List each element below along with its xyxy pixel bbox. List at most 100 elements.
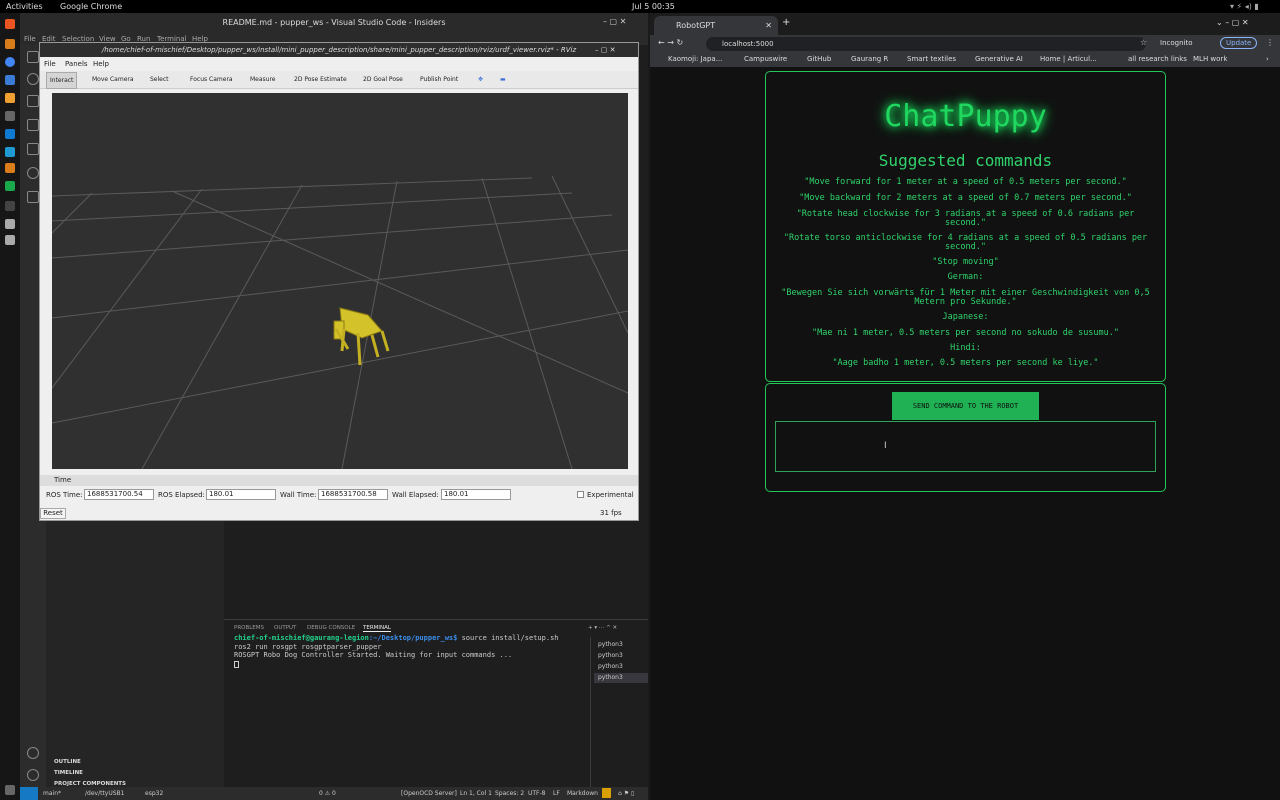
rviz-menu-file[interactable]: File xyxy=(44,60,56,68)
app-icon[interactable] xyxy=(5,201,15,211)
board-indicator[interactable]: esp32 xyxy=(145,790,163,797)
activities-button[interactable]: Activities xyxy=(6,2,43,11)
bookmark[interactable]: Kaomoji: Japa... xyxy=(668,55,722,63)
show-apps-icon[interactable] xyxy=(5,785,15,795)
terminal-list-item-active[interactable]: python3 xyxy=(594,673,648,683)
folder-app-icon[interactable] xyxy=(5,39,15,49)
ros-time-field[interactable]: 1688531700.54 xyxy=(84,489,154,500)
platformio-icon[interactable] xyxy=(27,191,39,203)
remote-icon[interactable] xyxy=(27,167,39,179)
bookmark[interactable]: Smart textiles xyxy=(907,55,956,63)
tool-2d-goal-pose[interactable]: 2D Goal Pose xyxy=(363,76,403,83)
branch-indicator[interactable]: main* xyxy=(43,790,61,797)
window-controls[interactable]: ⌄ – ▢ ✕ xyxy=(1216,18,1249,27)
extensions-icon[interactable] xyxy=(27,143,39,155)
close-tab-icon[interactable]: ✕ xyxy=(765,16,772,35)
explorer-icon[interactable] xyxy=(27,51,39,63)
update-button[interactable]: Update xyxy=(1220,37,1258,49)
run-debug-icon[interactable] xyxy=(27,119,39,131)
bookmarks-overflow-icon[interactable]: › xyxy=(1266,55,1269,63)
app-icon[interactable] xyxy=(5,163,15,173)
problems-indicator[interactable]: 0 ⚠ 0 xyxy=(319,790,336,797)
remote-indicator[interactable] xyxy=(20,787,38,800)
app-icon[interactable] xyxy=(5,219,15,229)
bookmark[interactable]: GitHub xyxy=(807,55,831,63)
bookmark[interactable]: Campuswire xyxy=(744,55,787,63)
bookmark[interactable]: Gaurang R xyxy=(851,55,888,63)
notifications-icon[interactable]: ⌂ ⚑ ▯ xyxy=(618,790,634,797)
active-app-label[interactable]: Google Chrome xyxy=(60,2,122,11)
wall-elapsed-field[interactable]: 180.01 xyxy=(441,489,511,500)
gear-icon[interactable] xyxy=(27,769,39,781)
bookmark[interactable]: Home | Articul... xyxy=(1040,55,1097,63)
reset-button[interactable]: Reset xyxy=(40,508,66,519)
new-tab-icon[interactable]: + xyxy=(782,17,790,28)
wall-time-field[interactable]: 1688531700.58 xyxy=(318,489,388,500)
files-app-icon[interactable] xyxy=(5,19,15,29)
star-icon[interactable]: ☆ xyxy=(1140,38,1147,47)
system-tray-icons[interactable]: ▾ ⚡ ◂) ▮ xyxy=(1230,2,1259,11)
cursor-position[interactable]: Ln 1, Col 1 xyxy=(460,790,492,797)
tool-select[interactable]: Select xyxy=(150,76,169,83)
add-tool-icon[interactable]: ✥ xyxy=(478,76,483,83)
port-indicator[interactable]: /dev/ttyUSB1 xyxy=(85,790,124,797)
tool-measure[interactable]: Measure xyxy=(250,76,276,83)
menu-file[interactable]: File xyxy=(24,35,36,43)
indentation[interactable]: Spaces: 2 xyxy=(495,790,524,797)
bookmark[interactable]: MLH work xyxy=(1193,55,1227,63)
experimental-checkbox[interactable] xyxy=(577,491,584,498)
timeline-section[interactable]: TIMELINE xyxy=(54,770,83,776)
command-textarea[interactable] xyxy=(775,421,1156,472)
tab-terminal[interactable]: TERMINAL xyxy=(363,625,391,632)
bookmark[interactable]: Generative AI xyxy=(975,55,1023,63)
ros-elapsed-field[interactable]: 180.01 xyxy=(206,489,276,500)
copilot-icon[interactable] xyxy=(602,788,611,798)
rviz-menu-panels[interactable]: Panels xyxy=(65,60,88,68)
language-mode[interactable]: Markdown xyxy=(567,790,598,797)
terminal-line-1[interactable]: chief-of-mischief@gaurang-legion:~/Deskt… xyxy=(234,634,559,642)
rviz-window-controls[interactable]: – ▢ ✕ xyxy=(595,46,615,54)
vscode-app-icon[interactable] xyxy=(5,129,15,139)
tab-problems[interactable]: PROBLEMS xyxy=(234,625,264,631)
terminal-list-item[interactable]: python3 xyxy=(594,640,648,650)
app-icon[interactable] xyxy=(5,111,15,121)
suggested-command: "Move forward for 1 meter at a speed of … xyxy=(804,177,1127,187)
bookmark[interactable]: all research links xyxy=(1128,55,1187,63)
chrome-app-icon[interactable] xyxy=(5,57,15,67)
openocd-indicator[interactable]: [OpenOCD Server] xyxy=(401,790,457,797)
tool-2d-pose-estimate[interactable]: 2D Pose Estimate xyxy=(294,76,347,83)
app-icon[interactable] xyxy=(5,181,15,191)
window-controls[interactable]: – ▢ ✕ xyxy=(603,17,626,26)
app-icon[interactable] xyxy=(5,147,15,157)
outline-section[interactable]: OUTLINE xyxy=(54,759,81,765)
app-icon[interactable] xyxy=(5,93,15,103)
app-icon[interactable] xyxy=(5,235,15,245)
tool-publish-point[interactable]: Publish Point xyxy=(420,76,458,83)
source-control-icon[interactable] xyxy=(27,95,39,107)
remove-tool-icon[interactable]: ▬ xyxy=(500,76,506,83)
terminal-list-item[interactable]: python3 xyxy=(594,662,648,672)
tool-focus-camera[interactable]: Focus Camera xyxy=(190,76,233,83)
clock[interactable]: Jul 5 00:35 xyxy=(632,2,675,11)
account-icon[interactable] xyxy=(27,747,39,759)
terminal-list-item[interactable]: python3 xyxy=(594,651,648,661)
incognito-label[interactable]: Incognito xyxy=(1160,39,1192,47)
terminal-line-2[interactable]: ros2 run rosgpt rosgptparser_pupper xyxy=(234,643,382,651)
terminal-line-3[interactable]: ROSGPT Robo Dog Controller Started. Wait… xyxy=(234,651,512,659)
app-icon[interactable] xyxy=(5,75,15,85)
encoding[interactable]: UTF-8 xyxy=(528,790,546,797)
browser-tab[interactable]: RobotGPT ✕ xyxy=(654,16,778,35)
tab-output[interactable]: OUTPUT xyxy=(274,625,296,631)
menu-icon[interactable]: ⋮ xyxy=(1266,38,1274,47)
terminal-actions[interactable]: + ▾ ⋯ ^ ✕ xyxy=(588,625,617,631)
rviz-menu-help[interactable]: Help xyxy=(93,60,109,68)
back-forward-reload-icons[interactable]: ← → ↻ xyxy=(658,38,683,47)
tab-debug-console[interactable]: DEBUG CONSOLE xyxy=(307,625,355,631)
address-bar[interactable]: localhost:5000 xyxy=(706,37,1146,51)
eol[interactable]: LF xyxy=(553,790,560,797)
tool-move-camera[interactable]: Move Camera xyxy=(92,76,134,83)
search-icon[interactable] xyxy=(27,73,39,85)
3d-render-view[interactable] xyxy=(52,93,628,469)
tool-interact[interactable]: Interact xyxy=(46,72,78,89)
send-command-button[interactable]: SEND COMMAND TO THE ROBOT xyxy=(892,392,1039,420)
